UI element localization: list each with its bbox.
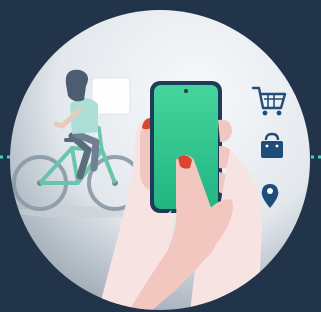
hero-illustration [0,0,321,312]
phone-camera [184,89,188,93]
illustration-svg [0,10,321,310]
